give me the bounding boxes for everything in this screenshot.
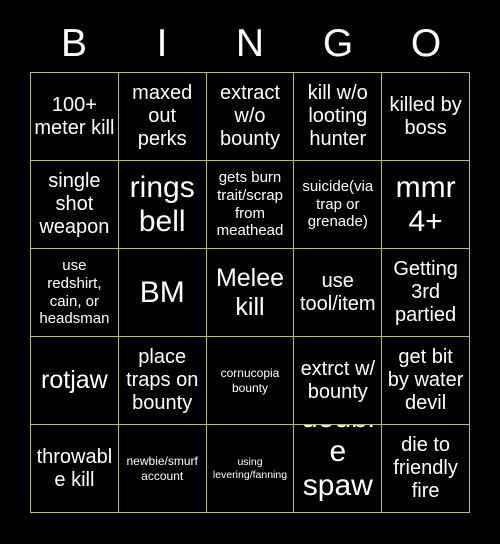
bingo-cell-label: newbie/smurf account [126, 454, 198, 483]
bingo-cell[interactable]: throwable kill [31, 425, 119, 513]
bingo-cell-label: Melee kill [215, 264, 285, 321]
bingo-cell[interactable]: extract w/o bounty [206, 73, 295, 161]
bingo-cell[interactable]: newbie/smurf account [118, 425, 207, 513]
bingo-cell[interactable]: using levering/fanning [206, 425, 295, 513]
bingo-cell-label: mmr 4+ [395, 170, 456, 238]
bingo-cell[interactable]: place traps on bounty [118, 337, 207, 425]
header-letter-g: G [322, 21, 354, 65]
bingo-card: B I N G O 100+ meter kill maxed out perk… [0, 0, 500, 544]
header-letter-b: B [60, 21, 87, 65]
bingo-cell-label: 100+ meter kill [34, 93, 115, 139]
bingo-cell-label: throwable kill [36, 445, 113, 491]
bingo-cell-label: use redshirt, cain, or headsman [39, 257, 110, 328]
bingo-cell-label: maxed out perks [132, 82, 193, 150]
bingo-cell[interactable]: Getting 3rd partied [382, 249, 470, 337]
bingo-cell-label: cornucopia bounty [220, 366, 280, 395]
bingo-cell-label: kill w/o looting hunter [307, 82, 368, 150]
bingo-cell-label: BM [139, 275, 185, 309]
bingo-cell-label: Getting 3rd partied [393, 258, 458, 326]
bingo-cell[interactable]: mmr 4+ [382, 161, 470, 249]
bingo-cell-label: extrct w/ bounty [300, 357, 376, 403]
bingo-cell-label: double spawn [301, 425, 374, 512]
bingo-cell-label: use tool/item [299, 269, 376, 315]
bingo-cell-label: suicide(via trap or grenade) [302, 177, 374, 231]
bingo-cell-label: killed by boss [389, 93, 462, 139]
bingo-cell[interactable]: use tool/item [294, 249, 383, 337]
header-letter-n: N [235, 21, 265, 65]
bingo-cell-label: die to friendly fire [393, 434, 458, 502]
bingo-cell[interactable]: extrct w/ bounty [294, 337, 383, 425]
bingo-cell[interactable]: die to friendly fire [382, 425, 470, 513]
bingo-cell[interactable]: 100+ meter kill [31, 73, 119, 161]
bingo-cell-label: extract w/o bounty [219, 82, 281, 150]
bingo-cell-label: rings bell [129, 170, 195, 238]
header-letter-o: O [410, 21, 442, 65]
bingo-cell[interactable]: maxed out perks [118, 73, 207, 161]
bingo-cell[interactable]: double spawn [294, 425, 383, 513]
bingo-cell[interactable]: BM [118, 249, 207, 337]
bingo-header-row: B I N G O [30, 14, 470, 72]
bingo-cell[interactable]: gets burn trait/scrap from meathead [206, 161, 295, 249]
bingo-cell[interactable]: killed by boss [382, 73, 470, 161]
bingo-cell-label: single shot weapon [39, 170, 110, 238]
bingo-grid: 100+ meter kill maxed out perks extract … [30, 72, 470, 513]
bingo-cell-label: using levering/fanning [212, 455, 288, 481]
bingo-cell[interactable]: Melee kill [206, 249, 295, 337]
bingo-cell-label: place traps on bounty [126, 346, 199, 414]
bingo-cell[interactable]: get bit by water devil [382, 337, 470, 425]
bingo-cell[interactable]: single shot weapon [31, 161, 119, 249]
bingo-cell-label: gets burn trait/scrap from meathead [216, 169, 284, 240]
bingo-cell[interactable]: rings bell [118, 161, 207, 249]
bingo-cell-label: rotjaw [41, 366, 108, 395]
header-letter-i: I [156, 21, 168, 65]
bingo-cell[interactable]: cornucopia bounty [206, 337, 295, 425]
bingo-cell[interactable]: kill w/o looting hunter [294, 73, 383, 161]
bingo-cell[interactable]: rotjaw [31, 337, 119, 425]
bingo-cell[interactable]: use redshirt, cain, or headsman [31, 249, 119, 337]
bingo-cell[interactable]: suicide(via trap or grenade) [294, 161, 383, 249]
bingo-cell-label: get bit by water devil [387, 346, 464, 414]
